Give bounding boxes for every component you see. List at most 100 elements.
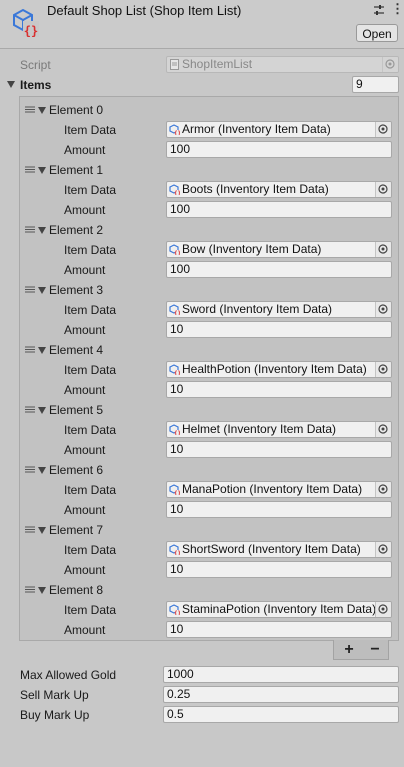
target-icon <box>378 544 388 554</box>
amount-label: Amount <box>64 383 106 397</box>
item-data-label: Item Data <box>64 123 117 137</box>
element-foldout-arrow-icon[interactable] <box>38 227 46 234</box>
item-data-field[interactable]: {} Boots (Inventory Item Data) <box>166 181 392 198</box>
scriptable-object-icon: {} <box>169 304 180 315</box>
items-count-field[interactable]: 9 <box>352 76 399 93</box>
max-gold-label: Max Allowed Gold <box>20 668 117 682</box>
amount-field[interactable]: 10 <box>166 321 392 338</box>
list-footer: + − <box>333 640 389 660</box>
item-data-value: ManaPotion (Inventory Item Data) <box>182 482 363 496</box>
item-data-label: Item Data <box>64 183 117 197</box>
item-data-field[interactable]: {} HealthPotion (Inventory Item Data) <box>166 361 392 378</box>
buy-markup-field[interactable]: 0.5 <box>163 706 399 723</box>
drag-handle-icon[interactable] <box>25 346 35 353</box>
sell-markup-label: Sell Mark Up <box>20 688 89 702</box>
amount-field[interactable]: 10 <box>166 501 392 518</box>
target-icon <box>378 124 388 134</box>
open-button[interactable]: Open <box>356 24 398 42</box>
element-label[interactable]: Element 2 <box>49 223 103 237</box>
svg-text:{}: {} <box>174 611 180 616</box>
object-picker-button[interactable] <box>375 302 391 317</box>
amount-field[interactable]: 10 <box>166 381 392 398</box>
target-icon <box>378 304 388 314</box>
element-foldout-arrow-icon[interactable] <box>38 527 46 534</box>
item-data-field[interactable]: {} Armor (Inventory Item Data) <box>166 121 392 138</box>
script-file-icon <box>170 59 179 70</box>
object-picker-button[interactable] <box>375 482 391 497</box>
object-picker-button[interactable] <box>375 122 391 137</box>
object-picker-button[interactable] <box>375 362 391 377</box>
element-label[interactable]: Element 7 <box>49 523 103 537</box>
items-label[interactable]: Items <box>20 78 51 92</box>
amount-field[interactable]: 100 <box>166 261 392 278</box>
drag-handle-icon[interactable] <box>25 106 35 113</box>
scriptable-object-icon: {} <box>169 484 180 495</box>
amount-label: Amount <box>64 623 106 637</box>
amount-field[interactable]: 100 <box>166 201 392 218</box>
item-data-value: Sword (Inventory Item Data) <box>182 302 333 316</box>
element-foldout-arrow-icon[interactable] <box>38 107 46 114</box>
inspector-header: {} Default Shop List (Shop Item List) ⋮ … <box>0 0 404 49</box>
scriptable-object-icon: {} <box>169 184 180 195</box>
object-picker-button[interactable] <box>375 422 391 437</box>
element-foldout-arrow-icon[interactable] <box>38 167 46 174</box>
element-foldout-arrow-icon[interactable] <box>38 407 46 414</box>
sell-markup-field[interactable]: 0.25 <box>163 686 399 703</box>
element-foldout-arrow-icon[interactable] <box>38 467 46 474</box>
item-data-value: Helmet (Inventory Item Data) <box>182 422 337 436</box>
element-label[interactable]: Element 3 <box>49 283 103 297</box>
scriptable-object-icon: {} <box>13 8 39 38</box>
amount-field[interactable]: 10 <box>166 441 392 458</box>
target-icon <box>378 184 388 194</box>
add-element-button[interactable]: + <box>336 640 362 660</box>
drag-handle-icon[interactable] <box>25 406 35 413</box>
target-icon <box>378 244 388 254</box>
element-foldout-arrow-icon[interactable] <box>38 587 46 594</box>
element-label[interactable]: Element 5 <box>49 403 103 417</box>
drag-handle-icon[interactable] <box>25 526 35 533</box>
amount-field[interactable]: 100 <box>166 141 392 158</box>
target-icon <box>385 59 395 69</box>
remove-element-button[interactable]: − <box>362 640 388 660</box>
element-label[interactable]: Element 6 <box>49 463 103 477</box>
max-gold-field[interactable]: 1000 <box>163 666 399 683</box>
element-foldout-arrow-icon[interactable] <box>38 287 46 294</box>
items-foldout-arrow-icon[interactable] <box>7 81 15 88</box>
svg-text:{}: {} <box>24 24 38 38</box>
object-picker-button[interactable] <box>375 542 391 557</box>
script-field: ShopItemList <box>166 56 399 73</box>
item-data-value: Bow (Inventory Item Data) <box>182 242 322 256</box>
item-data-field[interactable]: {} ManaPotion (Inventory Item Data) <box>166 481 392 498</box>
item-data-field[interactable]: {} Bow (Inventory Item Data) <box>166 241 392 258</box>
buy-markup-label: Buy Mark Up <box>20 708 90 722</box>
element-label[interactable]: Element 0 <box>49 103 103 117</box>
element-label[interactable]: Element 1 <box>49 163 103 177</box>
item-data-field[interactable]: {} StaminaPotion (Inventory Item Data) <box>166 601 392 618</box>
drag-handle-icon[interactable] <box>25 226 35 233</box>
element-label[interactable]: Element 4 <box>49 343 103 357</box>
drag-handle-icon[interactable] <box>25 586 35 593</box>
target-icon <box>378 484 388 494</box>
item-data-label: Item Data <box>64 603 117 617</box>
item-data-label: Item Data <box>64 483 117 497</box>
item-data-field[interactable]: {} Helmet (Inventory Item Data) <box>166 421 392 438</box>
object-picker-button[interactable] <box>375 242 391 257</box>
item-data-label: Item Data <box>64 303 117 317</box>
item-data-field[interactable]: {} ShortSword (Inventory Item Data) <box>166 541 392 558</box>
amount-field[interactable]: 10 <box>166 621 392 638</box>
svg-text:{}: {} <box>174 131 180 136</box>
script-label: Script <box>20 58 51 72</box>
item-data-label: Item Data <box>64 363 117 377</box>
object-picker-button[interactable] <box>375 602 391 617</box>
drag-handle-icon[interactable] <box>25 286 35 293</box>
amount-field[interactable]: 10 <box>166 561 392 578</box>
drag-handle-icon[interactable] <box>25 166 35 173</box>
element-label[interactable]: Element 8 <box>49 583 103 597</box>
drag-handle-icon[interactable] <box>25 466 35 473</box>
more-options-icon[interactable]: ⋮ <box>391 2 404 16</box>
element-foldout-arrow-icon[interactable] <box>38 347 46 354</box>
item-data-field[interactable]: {} Sword (Inventory Item Data) <box>166 301 392 318</box>
svg-text:{}: {} <box>174 251 180 256</box>
object-picker-button[interactable] <box>375 182 391 197</box>
presets-icon[interactable] <box>373 4 385 16</box>
